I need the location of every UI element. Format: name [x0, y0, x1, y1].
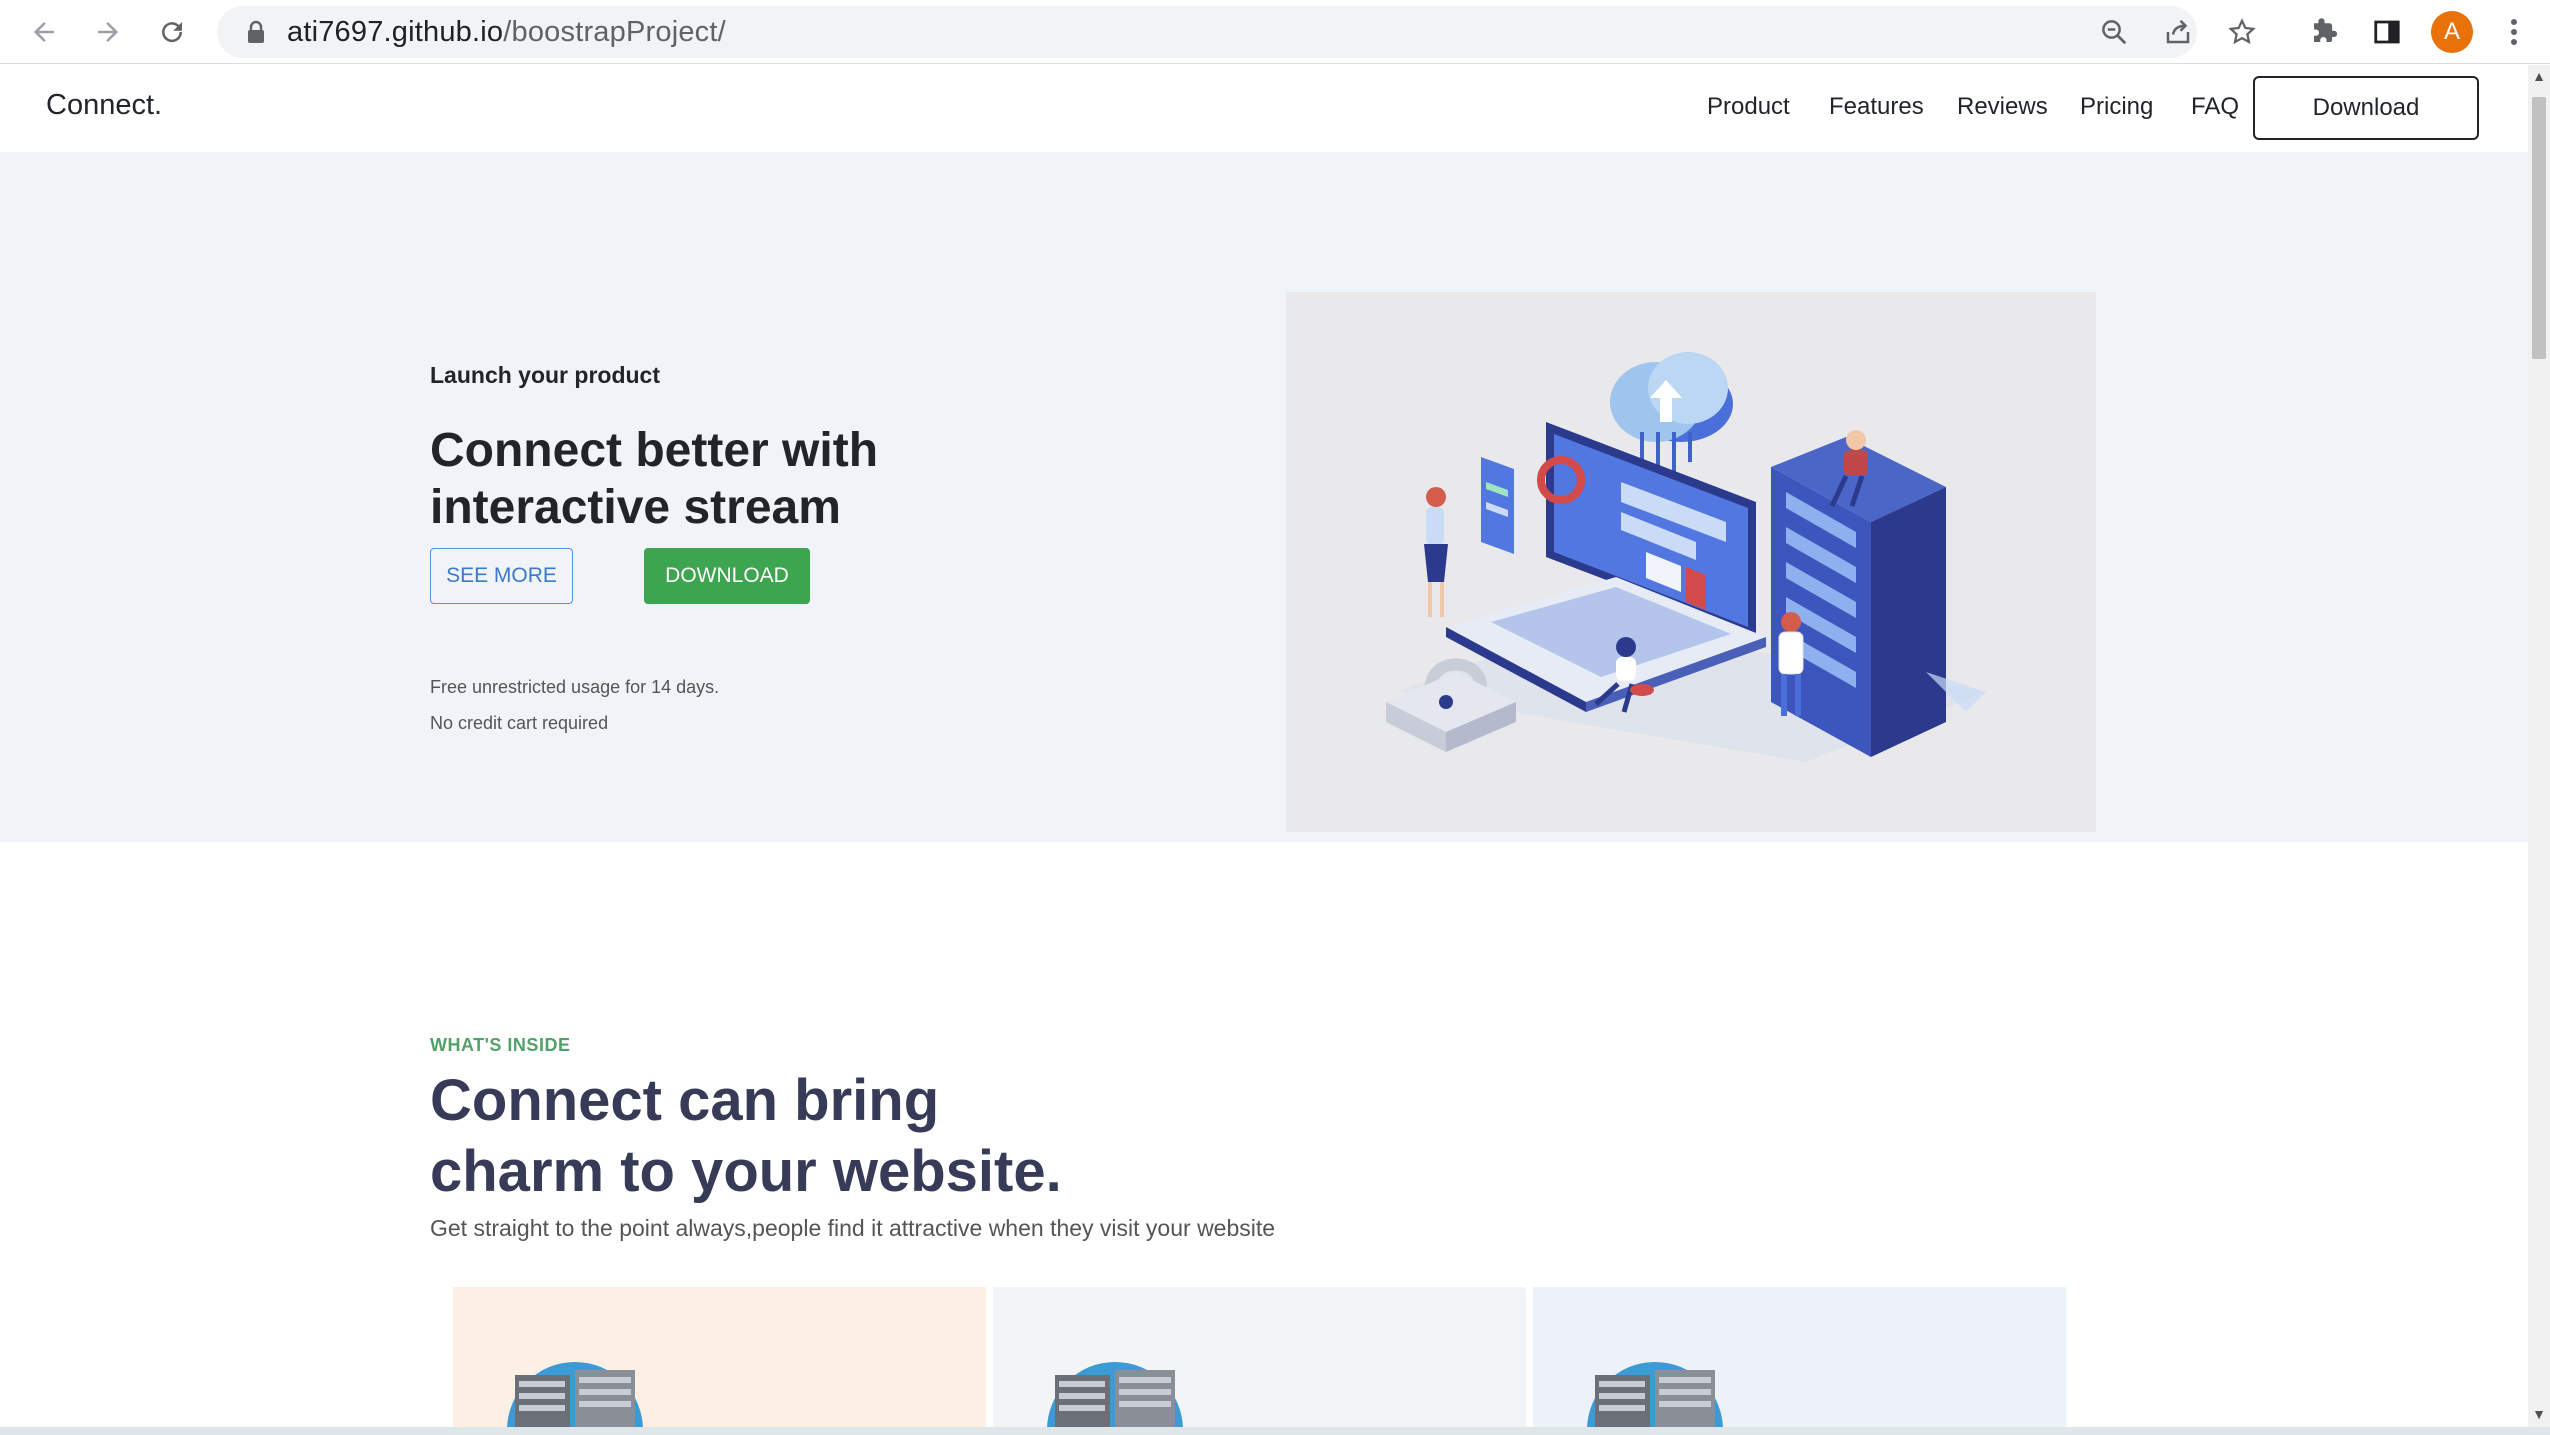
extensions-icon[interactable] — [2302, 10, 2346, 54]
profile-avatar[interactable]: A — [2430, 10, 2474, 54]
site-navbar: Connect. Product Features Reviews Pricin… — [0, 65, 2528, 152]
star-icon[interactable] — [2220, 10, 2264, 54]
page-viewport: Connect. Product Features Reviews Pricin… — [0, 65, 2528, 1427]
hero-title: Connect better with interactive stream — [430, 424, 879, 534]
scroll-up-icon[interactable]: ▲ — [2532, 69, 2546, 83]
features-subtitle: Get straight to the point always,people … — [430, 1215, 1276, 1241]
features-title-line1: Connect can bring — [430, 1068, 940, 1133]
nav-link-pricing[interactable]: Pricing — [2080, 93, 2153, 121]
horizontal-scrollbar[interactable] — [0, 1427, 2550, 1435]
server-icon — [507, 1362, 643, 1427]
side-panel-icon[interactable] — [2365, 10, 2409, 54]
hero-eyebrow: Launch your product — [430, 362, 660, 388]
server-icon — [1587, 1362, 1723, 1427]
vertical-scrollbar[interactable]: ▲ ▼ — [2528, 65, 2550, 1427]
share-icon[interactable] — [2156, 10, 2200, 54]
lock-icon[interactable] — [243, 19, 269, 45]
feature-card-1 — [453, 1287, 986, 1427]
zoom-icon[interactable] — [2092, 10, 2136, 54]
server-icon — [1047, 1362, 1183, 1427]
see-more-button[interactable]: SEE MORE — [430, 548, 573, 604]
features-title-line2: charm to your website. — [430, 1139, 1062, 1204]
hero-download-button[interactable]: DOWNLOAD — [644, 548, 810, 604]
features-title: Connect can bring charm to your website. — [430, 1065, 1330, 1207]
features-eyebrow: WHAT'S INSIDE — [430, 1035, 571, 1055]
feature-card-2 — [993, 1287, 1526, 1427]
browser-toolbar: ati7697.github.io/boostrapProject/ A — [0, 0, 2550, 64]
back-icon[interactable] — [22, 10, 66, 54]
hero-illustration — [1286, 292, 2096, 832]
forward-icon[interactable] — [86, 10, 130, 54]
scroll-down-icon[interactable]: ▼ — [2532, 1407, 2546, 1421]
person-left — [1424, 487, 1448, 617]
nav-link-product[interactable]: Product — [1707, 93, 1790, 121]
address-bar[interactable]: ati7697.github.io/boostrapProject/ — [217, 6, 2197, 58]
menu-icon[interactable] — [2494, 10, 2534, 54]
hero-note-credit: No credit cart required — [430, 713, 609, 733]
feature-card-3 — [1533, 1287, 2066, 1427]
scrollbar-thumb[interactable] — [2532, 97, 2546, 359]
navbar-download-button[interactable]: Download — [2253, 76, 2479, 140]
isometric-tech-illustration — [1386, 352, 1986, 762]
hero-note-trial: Free unrestricted usage for 14 days. — [430, 677, 720, 697]
brand-logo[interactable]: Connect. — [46, 89, 162, 122]
nav-link-features[interactable]: Features — [1829, 93, 1924, 121]
reload-icon[interactable] — [150, 10, 194, 54]
nav-link-reviews[interactable]: Reviews — [1957, 93, 2048, 121]
hero-section: Launch your product Connect better with … — [0, 152, 2528, 842]
nav-link-faq[interactable]: FAQ — [2191, 93, 2239, 121]
url-text[interactable]: ati7697.github.io/boostrapProject/ — [287, 16, 726, 49]
